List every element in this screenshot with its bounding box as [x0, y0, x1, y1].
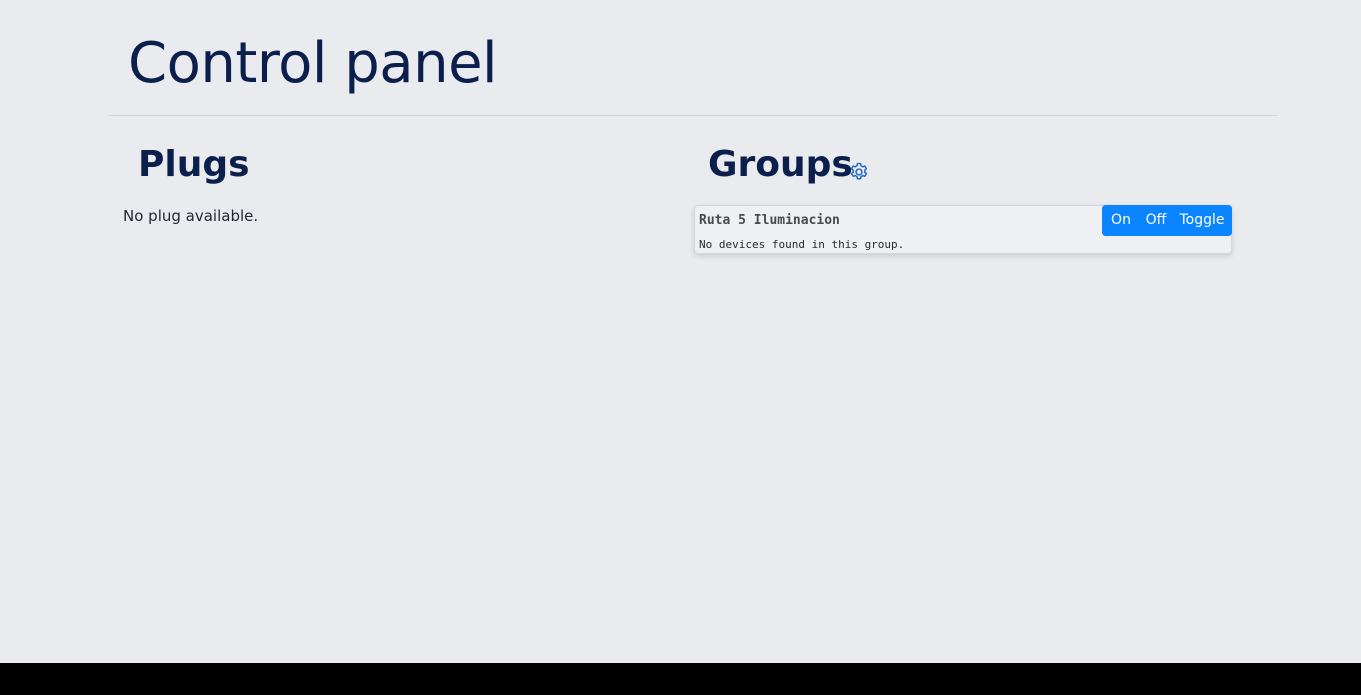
no-plugs-message: No plug available. — [123, 207, 259, 225]
gear-icon[interactable] — [848, 161, 870, 183]
title-divider — [108, 115, 1278, 116]
group-off-button[interactable]: Off — [1138, 205, 1174, 236]
group-toggle-button[interactable]: Toggle — [1174, 205, 1232, 236]
bottom-bar — [0, 663, 1361, 695]
page-title: Control panel — [128, 31, 498, 96]
plugs-heading: Plugs — [138, 144, 250, 185]
control-panel-page: Control panel Plugs No plug available. G… — [0, 0, 1361, 663]
groups-heading: Groups — [708, 144, 853, 185]
group-empty-message: No devices found in this group. — [699, 238, 905, 251]
group-on-button[interactable]: On — [1102, 205, 1138, 236]
group-name: Ruta 5 Iluminacion — [699, 213, 840, 228]
group-card: Ruta 5 Iluminacion On Off Toggle No devi… — [694, 205, 1232, 254]
group-action-buttons: On Off Toggle — [1102, 205, 1232, 236]
